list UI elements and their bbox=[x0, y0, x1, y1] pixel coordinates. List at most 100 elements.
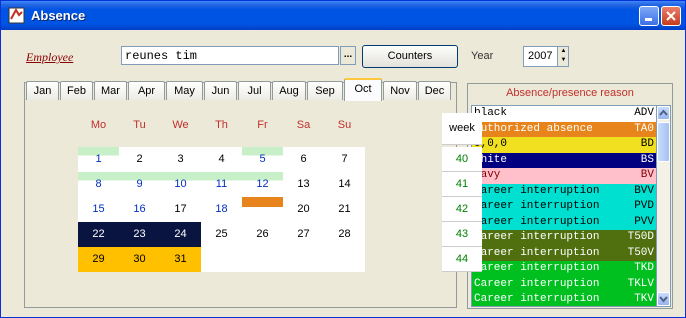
day-cell[interactable]: 13 bbox=[283, 172, 324, 197]
tab-oct[interactable]: Oct bbox=[344, 78, 382, 101]
week-box: 43 bbox=[442, 222, 482, 247]
day-cell[interactable]: 20 bbox=[283, 197, 324, 222]
tab-jan[interactable]: Jan bbox=[26, 81, 59, 100]
employee-browse-button[interactable]: ... bbox=[340, 46, 356, 65]
reason-code: BV bbox=[640, 169, 654, 181]
tab-may[interactable]: May bbox=[166, 81, 203, 100]
reason-item[interactable]: Career interruption TKD bbox=[472, 261, 656, 277]
reason-panel: Absence/presence reason black ADV Authoriz… bbox=[467, 83, 673, 309]
week-number: 41 bbox=[455, 178, 469, 190]
day-cell[interactable]: 17 bbox=[160, 197, 201, 222]
tab-feb[interactable]: Feb bbox=[60, 81, 93, 100]
day-cell[interactable]: 3 bbox=[160, 147, 201, 172]
scroll-up-icon[interactable] bbox=[657, 106, 670, 120]
day-cell[interactable]: 18 bbox=[201, 197, 242, 222]
window-title: Absence bbox=[31, 8, 86, 23]
day-cell[interactable]: 29 bbox=[78, 247, 119, 272]
day-cell[interactable]: 11 bbox=[201, 172, 242, 197]
day-cell[interactable]: 24 bbox=[160, 222, 201, 247]
week-number: 40 bbox=[455, 153, 469, 165]
day-cell[interactable]: 30 bbox=[119, 247, 160, 272]
tab-mar[interactable]: Mar bbox=[94, 81, 127, 100]
reason-item[interactable]: Career interruption PVV bbox=[472, 214, 656, 230]
day-cell[interactable]: 28 bbox=[324, 222, 365, 247]
reason-title: Absence/presence reason bbox=[506, 87, 634, 99]
tab-dec[interactable]: Dec bbox=[418, 81, 451, 100]
reason-item[interactable]: 0,0,0 BD bbox=[472, 137, 656, 153]
day-cell[interactable] bbox=[242, 197, 283, 222]
day-cell[interactable]: 25 bbox=[201, 222, 242, 247]
day-cell[interactable]: 9 bbox=[119, 172, 160, 197]
reason-name: Authorized absence bbox=[474, 122, 593, 135]
scroll-down-icon[interactable] bbox=[657, 292, 670, 306]
day-cell[interactable]: 7 bbox=[324, 147, 365, 172]
reason-list[interactable]: black ADV Authorized absence TA0 0,0,0 BD whit… bbox=[471, 105, 657, 307]
spin-up-icon[interactable]: ▲ bbox=[558, 47, 569, 56]
reason-item[interactable]: Career interruption T50V bbox=[472, 245, 656, 261]
day-cell[interactable]: 5 bbox=[242, 147, 283, 172]
tab-aug[interactable]: Aug bbox=[272, 81, 306, 100]
day-cell[interactable]: 12 bbox=[242, 172, 283, 197]
day-cell[interactable]: 10 bbox=[160, 172, 201, 197]
scroll-thumb[interactable] bbox=[657, 122, 670, 162]
year-spinner[interactable]: ▲ ▼ bbox=[557, 47, 568, 66]
reason-item[interactable]: Career interruption T50D bbox=[472, 230, 656, 246]
spin-down-icon[interactable]: ▼ bbox=[558, 56, 569, 65]
absence-window: Absence Employee reunes tim ... Counters… bbox=[0, 0, 686, 318]
reason-item[interactable]: white BS bbox=[472, 152, 656, 168]
title-bar: Absence bbox=[1, 1, 685, 30]
day-cell[interactable]: 1 bbox=[78, 147, 119, 172]
employee-field[interactable]: reunes tim bbox=[121, 46, 339, 65]
reason-item[interactable]: navy BV bbox=[472, 168, 656, 184]
employee-label[interactable]: Employee bbox=[26, 50, 73, 65]
reason-scrollbar[interactable] bbox=[657, 105, 671, 307]
reason-code: TKLV bbox=[627, 277, 654, 290]
reason-item[interactable]: Career interruption BVV bbox=[472, 183, 656, 199]
day-cell[interactable]: 8 bbox=[78, 172, 119, 197]
reason-code: BS bbox=[640, 153, 654, 166]
reason-code: BD bbox=[640, 138, 654, 150]
day-cell[interactable]: 4 bbox=[201, 147, 242, 172]
reason-name: Career interruption bbox=[474, 246, 600, 259]
close-button[interactable] bbox=[661, 6, 681, 26]
reason-item[interactable]: black ADV bbox=[472, 106, 656, 122]
day-cell[interactable]: 26 bbox=[242, 222, 283, 247]
header-su: Su bbox=[337, 119, 352, 131]
reason-name: Career interruption bbox=[474, 231, 600, 243]
reason-item[interactable]: Career interruption TKV bbox=[472, 292, 656, 306]
reason-item[interactable]: Career interruption TKLV bbox=[472, 276, 656, 292]
reason-code: T50D bbox=[627, 231, 654, 243]
day-cell[interactable]: 6 bbox=[283, 147, 324, 172]
header-we: We bbox=[172, 119, 189, 131]
minimize-icon bbox=[645, 18, 652, 21]
week-number: 43 bbox=[455, 228, 469, 240]
reason-item[interactable]: Authorized absence TA0 bbox=[472, 121, 656, 137]
tab-jun[interactable]: Jun bbox=[204, 81, 237, 100]
tab-jul[interactable]: Jul bbox=[238, 81, 271, 100]
reason-code: PVD bbox=[634, 200, 654, 212]
day-cell[interactable]: 23 bbox=[119, 222, 160, 247]
day-cell[interactable]: 15 bbox=[78, 197, 119, 222]
header-fr: Fr bbox=[257, 119, 268, 131]
day-cell[interactable]: 16 bbox=[119, 197, 160, 222]
day-cell[interactable]: 31 bbox=[160, 247, 201, 272]
reason-code: TKD bbox=[634, 262, 654, 274]
reason-name: Career interruption bbox=[474, 277, 600, 290]
week-header: week bbox=[449, 122, 475, 134]
day-cell[interactable]: 27 bbox=[283, 222, 324, 247]
reason-name: Career interruption bbox=[474, 215, 600, 228]
minimize-button[interactable] bbox=[639, 6, 659, 26]
day-cell[interactable]: 21 bbox=[324, 197, 365, 222]
day-cell[interactable]: 22 bbox=[78, 222, 119, 247]
reason-item[interactable]: Career interruption PVD bbox=[472, 199, 656, 215]
app-icon bbox=[8, 7, 25, 24]
tab-apr[interactable]: Apr bbox=[128, 81, 165, 100]
tab-nov[interactable]: Nov bbox=[383, 81, 417, 100]
week-box: 41 bbox=[442, 172, 482, 197]
day-cell[interactable]: 2 bbox=[119, 147, 160, 172]
counters-button[interactable]: Counters bbox=[362, 45, 458, 68]
tab-sep[interactable]: Sep bbox=[307, 81, 343, 100]
header-th: Th bbox=[215, 119, 228, 131]
day-cell[interactable]: 14 bbox=[324, 172, 365, 197]
header-mo: Mo bbox=[90, 119, 107, 131]
